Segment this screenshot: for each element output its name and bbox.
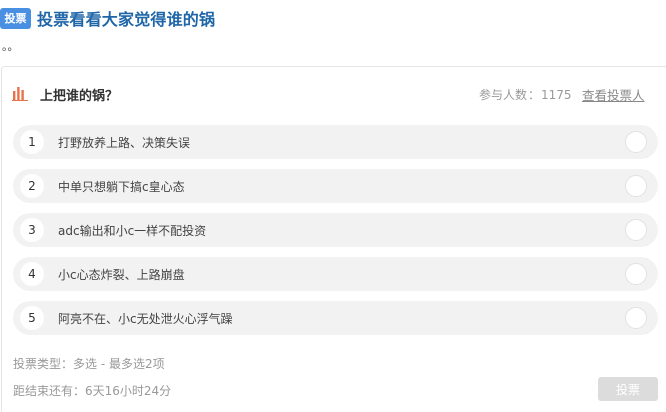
participant-count-label: 参与人数 [479,88,528,102]
option-label: 阿亮不在、小c无处泄火心浮气躁 [58,312,233,326]
participant-count-value: 1175 [541,88,572,102]
poll-option-3[interactable]: 3 adc输出和小c一样不配投资 [13,213,658,247]
radio-circle-icon[interactable] [625,307,647,329]
bar-chart-icon [12,87,28,101]
radio-circle-icon[interactable] [625,219,647,241]
radio-circle-icon[interactable] [625,263,647,285]
option-label: 中单只想躺下搞c皇心态 [58,180,185,194]
vote-type-info: 投票类型：多选 - 最多选2项 [13,357,165,371]
title-row: 投票 投票看看大家觉得谁的锅 [0,6,215,30]
option-label: 打野放养上路、决策失误 [58,136,191,150]
submit-vote-button[interactable]: 投票 [598,377,658,401]
option-number: 4 [20,262,44,286]
page-title: 投票看看大家觉得谁的锅 [37,10,216,29]
poll-card: 上把谁的锅？ 参与人数：1175 查看投票人 1 打野放养上路、决策失误 2 中… [1,66,666,412]
option-number: 2 [20,174,44,198]
poll-options: 1 打野放养上路、决策失误 2 中单只想躺下搞c皇心态 3 adc输出和小c一样… [13,125,658,345]
option-number: 3 [20,218,44,242]
participant-count-separator: ： [528,88,541,102]
poll-option-4[interactable]: 4 小c心态炸裂、上路崩盘 [13,257,658,291]
poll-page: 投票 投票看看大家觉得谁的锅 。。 上把谁的锅？ 参与人数：1175 查看投票人… [0,0,666,412]
view-voters-link[interactable]: 查看投票人 [582,85,645,104]
radio-circle-icon[interactable] [625,175,647,197]
option-label: 小c心态炸裂、上路崩盘 [58,268,185,282]
post-body-text: 。。 [2,40,19,53]
poll-option-2[interactable]: 2 中单只想躺下搞c皇心态 [13,169,658,203]
time-remaining: 距结束还有：6天16小时24分 [13,384,172,398]
poll-header: 上把谁的锅？ 参与人数：1175 查看投票人 [2,81,666,107]
radio-circle-icon[interactable] [625,131,647,153]
poll-question: 上把谁的锅？ [40,89,119,104]
option-number: 1 [20,130,44,154]
vote-tag-badge: 投票 [0,7,31,29]
option-number: 5 [20,306,44,330]
participant-count: 参与人数：1175 [479,86,572,103]
poll-option-5[interactable]: 5 阿亮不在、小c无处泄火心浮气躁 [13,301,658,335]
option-label: adc输出和小c一样不配投资 [58,224,207,238]
poll-option-1[interactable]: 1 打野放养上路、决策失误 [13,125,658,159]
